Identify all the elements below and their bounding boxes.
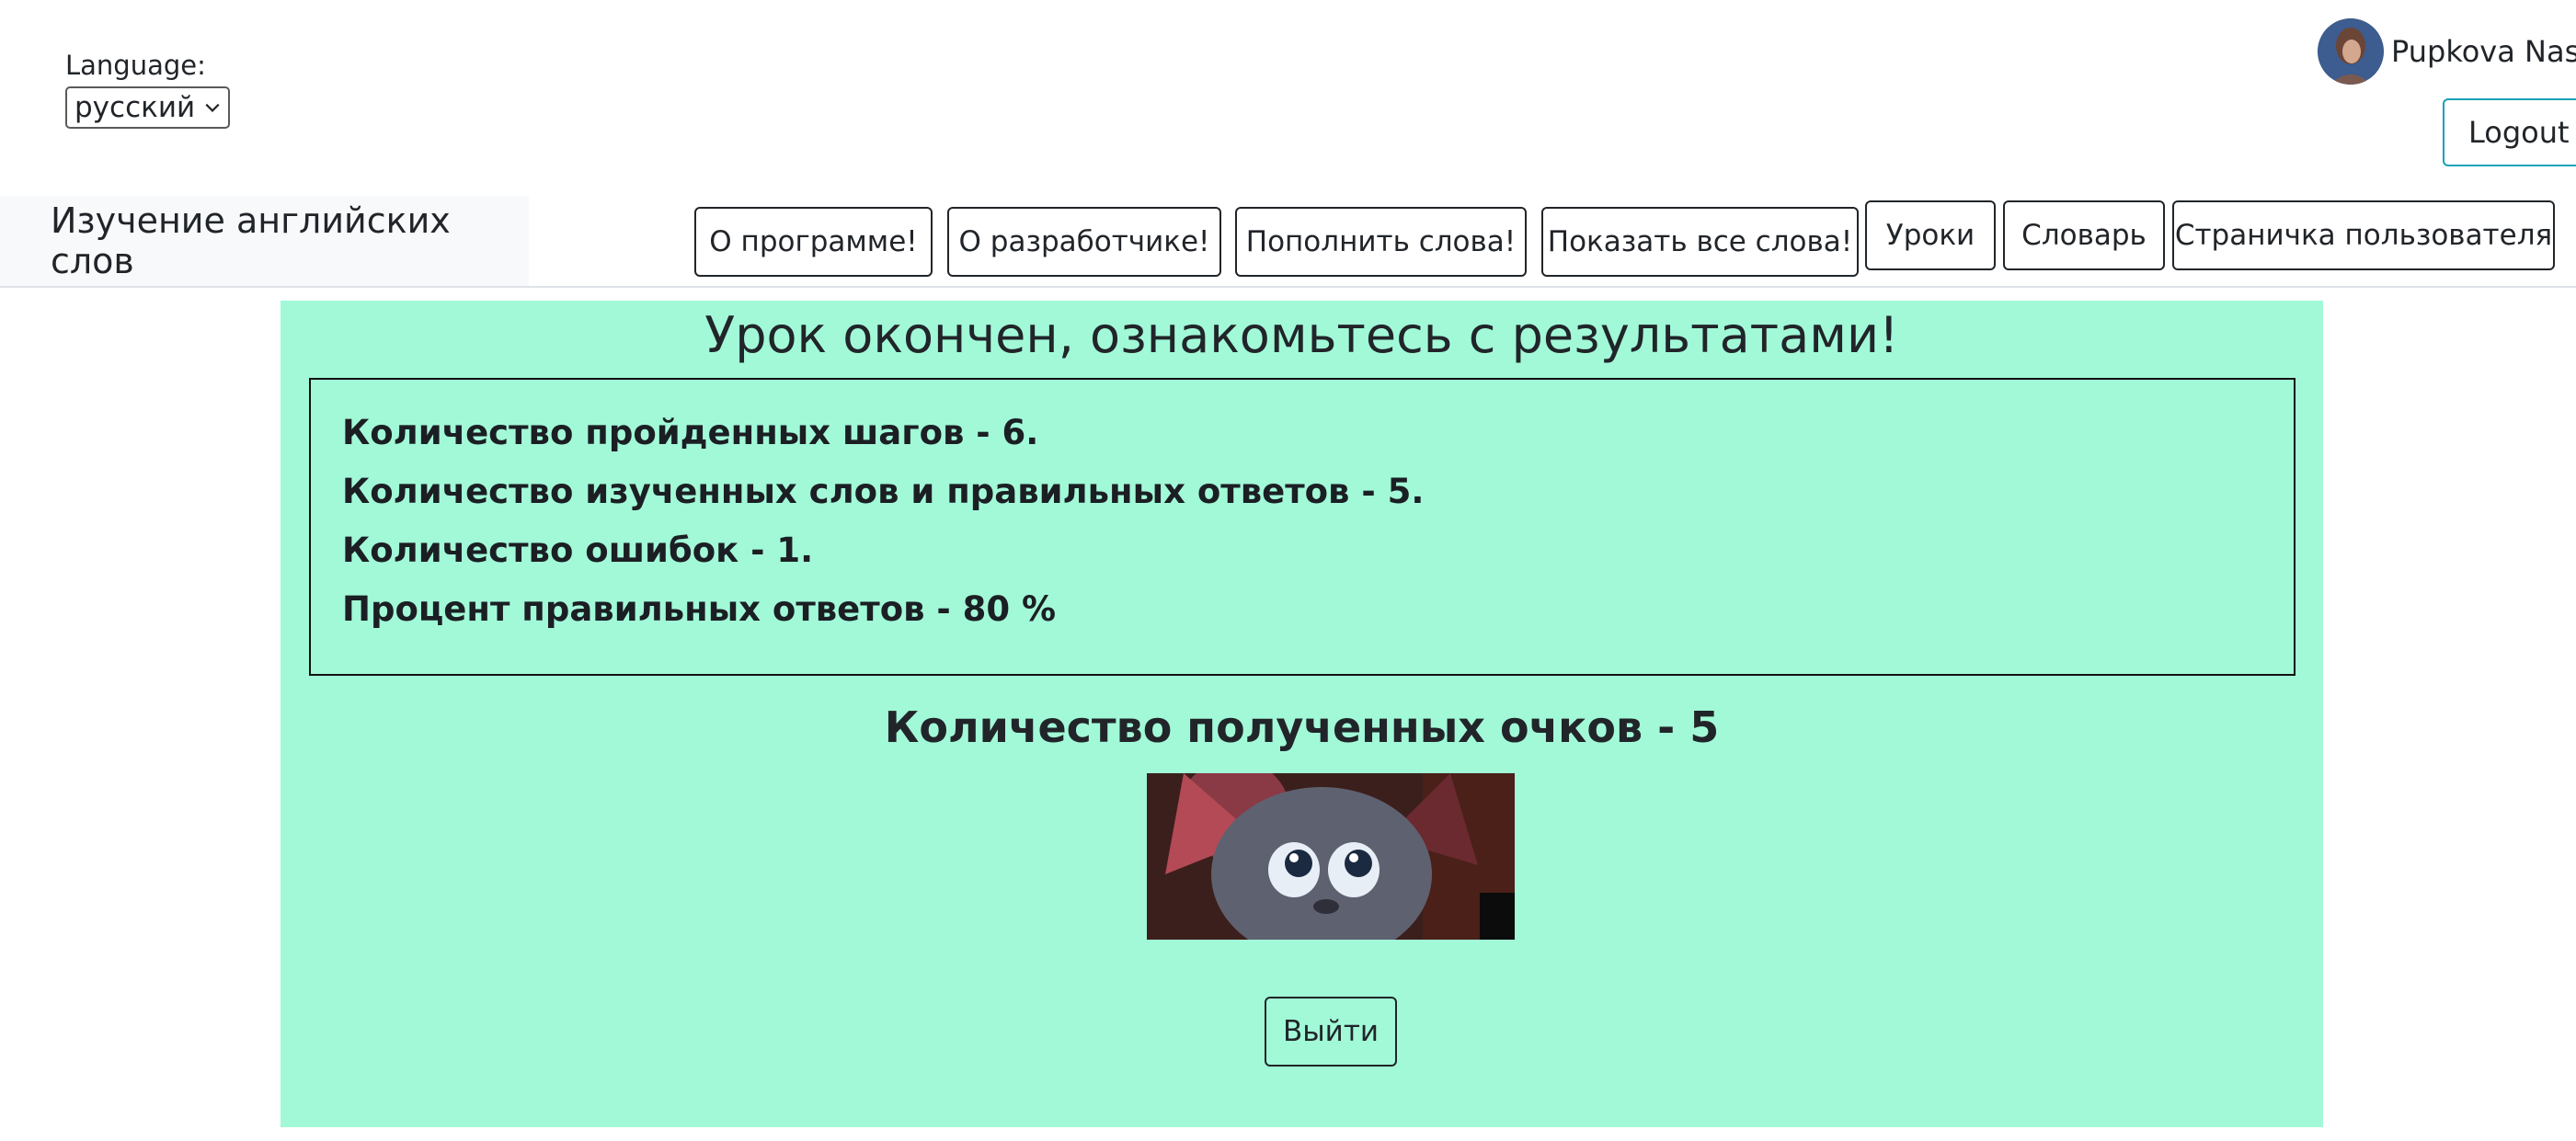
chevron-down-icon [205,103,220,112]
bat-character-image [1147,773,1515,940]
nav-add-words-button[interactable]: Пополнить слова! [1235,207,1527,277]
avatar[interactable] [2318,18,2384,85]
language-select[interactable]: русский [65,86,231,129]
stat-steps-completed: Количество пройденных шагов - 6. [342,413,1039,452]
nav-show-all-words-button[interactable]: Показать все слова! [1541,207,1859,277]
navbar-brand[interactable]: Изучение английских слов [0,196,529,286]
user-name: Pupkova Nasty [2391,34,2576,69]
stat-correct-percent: Процент правильных ответов - 80 % [342,589,1057,629]
reward-image [1147,773,1515,940]
lesson-result-panel: Урок окончен, ознакомьтесь с результатам… [280,301,2323,1127]
language-selector-block: Language: русский [65,48,231,129]
stat-words-learned: Количество изученных слов и правильных о… [342,472,1425,511]
points-earned: Количество полученных очков - 5 [884,702,1720,752]
stat-mistakes: Количество ошибок - 1. [342,531,814,570]
nav-user-page-button[interactable]: Страничка пользователя [2172,200,2555,270]
nav-about-developer-button[interactable]: О разработчике! [947,207,1221,277]
nav-about-program-button[interactable]: О программе! [694,207,933,277]
navbar: Изучение английских слов О программе! О … [0,196,2576,288]
nav-lessons-button[interactable]: Уроки [1865,200,1996,270]
nav-dictionary-button[interactable]: Словарь [2003,200,2165,270]
user-info: Pupkova Nasty [2318,18,2576,85]
logout-button[interactable]: Logout [2443,98,2576,166]
avatar-image [2318,18,2384,85]
result-title: Урок окончен, ознакомьтесь с результатам… [704,306,1899,364]
language-label: Language: [65,50,206,81]
exit-button[interactable]: Выйти [1265,997,1397,1067]
language-select-value: русский [74,91,196,124]
result-stats-box: Количество пройденных шагов - 6. Количес… [309,378,2296,676]
